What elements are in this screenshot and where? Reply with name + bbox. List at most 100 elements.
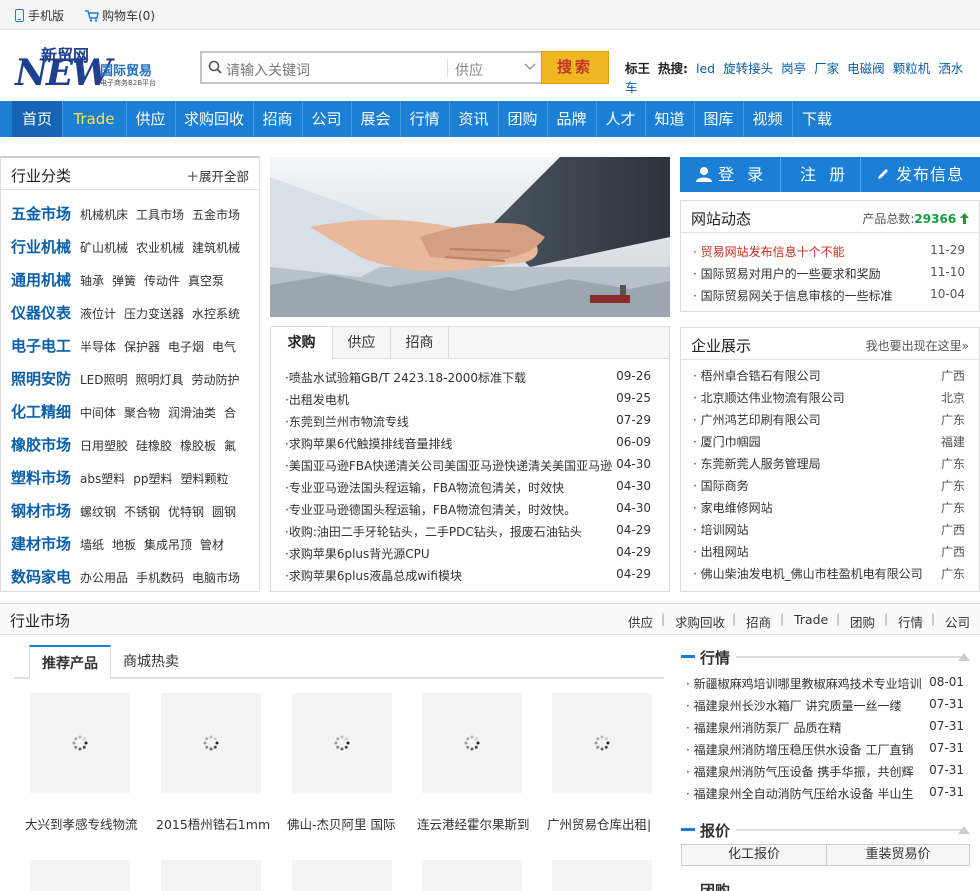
- category-subitem[interactable]: 硅橡胶: [136, 439, 172, 453]
- category-subitem[interactable]: 照明灯具: [136, 373, 184, 387]
- product-name[interactable]: 2015梧州锆石1mm: [156, 814, 284, 833]
- category-name[interactable]: 电子电工: [11, 335, 71, 356]
- category-name[interactable]: 化工精细: [11, 401, 71, 422]
- product-thumbnail[interactable]: [552, 693, 652, 793]
- news-tab[interactable]: 供应: [333, 327, 391, 359]
- category-name[interactable]: 橡胶市场: [11, 434, 71, 455]
- news-item[interactable]: ·东莞到兰州市物流专线 07-29: [285, 410, 655, 432]
- category-subitem[interactable]: 橡胶板: [180, 439, 216, 453]
- news-title[interactable]: ·收购:油田二手牙轮钻头，二手PDC钻头，报废石油钻头: [285, 523, 617, 540]
- enterprise-name[interactable]: · 北京顺达伟业物流有限公司: [693, 389, 925, 406]
- product-thumbnail[interactable]: [161, 693, 261, 793]
- category-subitem[interactable]: pp塑料: [133, 472, 172, 486]
- category-subitem[interactable]: 圆钢: [212, 505, 236, 519]
- category-name[interactable]: 五金市场: [11, 203, 71, 224]
- category-subitem[interactable]: 劳动防护: [192, 373, 240, 387]
- nav-item[interactable]: 知道: [645, 101, 694, 137]
- category-name[interactable]: 建材市场: [11, 533, 71, 554]
- category-subitem[interactable]: 优特钢: [168, 505, 204, 519]
- login-button[interactable]: 登 录: [696, 157, 767, 192]
- chemical-price-button[interactable]: 化工报价: [681, 844, 827, 866]
- enterprise-name[interactable]: · 厦门巾帼园: [693, 433, 925, 450]
- mobile-link[interactable]: 手机版: [15, 7, 64, 24]
- category-subitem[interactable]: 五金市场: [192, 208, 240, 222]
- category-subitem[interactable]: 弹簧: [112, 274, 136, 288]
- market-link[interactable]: 团购: [850, 612, 875, 631]
- category-subitem[interactable]: 螺纹钢: [80, 505, 116, 519]
- category-subitem[interactable]: 工具市场: [136, 208, 184, 222]
- category-name[interactable]: 数码家电: [11, 566, 71, 587]
- enterprise-name[interactable]: · 培训网站: [693, 521, 925, 538]
- enterprise-item[interactable]: · 佛山柴油发电机_佛山市桂盈机电有限公司 广东: [693, 562, 965, 584]
- nav-item[interactable]: 人才: [596, 101, 645, 137]
- enterprise-name[interactable]: · 梧州卓合锆石有限公司: [693, 367, 925, 384]
- enterprise-item[interactable]: · 国际商务 广东: [693, 474, 965, 496]
- hot-keyword[interactable]: 颗粒机: [893, 61, 931, 76]
- category-subitem[interactable]: 真空泵: [188, 274, 224, 288]
- category-subitem[interactable]: 氟: [224, 439, 236, 453]
- category-subitem[interactable]: 机械机床: [80, 208, 128, 222]
- quote-item[interactable]: · 福建泉州长沙水箱厂 讲究质量一丝一缕 07-31: [686, 694, 964, 716]
- enterprise-item[interactable]: · 厦门巾帼园 福建: [693, 430, 965, 452]
- nav-item[interactable]: 视频: [743, 101, 792, 137]
- product-thumbnail[interactable]: [161, 860, 261, 891]
- category-subitem[interactable]: 合: [224, 406, 236, 420]
- search-button[interactable]: 搜索: [541, 51, 609, 84]
- category-name[interactable]: 塑料市场: [11, 467, 71, 488]
- quote-title[interactable]: · 福建泉州消防泵厂 品质在精: [686, 719, 922, 736]
- dynamics-title[interactable]: · 国际贸易对用户的一些要求和奖励: [693, 265, 925, 282]
- product-name[interactable]: 广州贸易仓库出租|: [547, 814, 675, 833]
- quote-title[interactable]: · 福建泉州全自动消防气压给水设备 半山生: [686, 785, 922, 802]
- nav-item[interactable]: 下载: [792, 101, 842, 137]
- enterprise-item[interactable]: · 梧州卓合锆石有限公司 广西: [693, 364, 965, 386]
- category-subitem[interactable]: 办公用品: [80, 571, 128, 585]
- category-subitem[interactable]: 地板: [112, 538, 136, 552]
- category-subitem[interactable]: 塑料颗粒: [180, 472, 228, 486]
- nav-item[interactable]: 招商: [253, 101, 302, 137]
- news-item[interactable]: ·求购苹果6代触摸排线音量排线 06-09: [285, 432, 655, 454]
- nav-item[interactable]: 资讯: [449, 101, 498, 137]
- search-category-select[interactable]: 供应: [455, 60, 483, 80]
- market-link[interactable]: 供应: [628, 612, 653, 631]
- dynamics-item[interactable]: · 国际贸易对用户的一些要求和奖励 11-10: [693, 262, 965, 284]
- dynamics-item[interactable]: · 贸易网站发布信息十个不能 11-29: [693, 240, 965, 262]
- quote-title[interactable]: · 新疆椒麻鸡培训哪里教椒麻鸡技术专业培训: [686, 675, 922, 692]
- category-subitem[interactable]: 润滑油类: [168, 406, 216, 420]
- nav-item[interactable]: 图库: [694, 101, 743, 137]
- register-button[interactable]: 注 册: [800, 157, 849, 192]
- dynamics-item[interactable]: · 国际贸易网关于信息审核的一些标准 10-04: [693, 284, 965, 306]
- enterprise-item[interactable]: · 北京顺达伟业物流有限公司 北京: [693, 386, 965, 408]
- category-name[interactable]: 通用机械: [11, 269, 71, 290]
- nav-item[interactable]: 供应: [126, 101, 175, 137]
- category-subitem[interactable]: 压力变送器: [124, 307, 184, 321]
- enterprise-more-link[interactable]: 我也要出现在这里»: [866, 337, 969, 354]
- dynamics-title[interactable]: · 贸易网站发布信息十个不能: [693, 243, 925, 260]
- nav-item[interactable]: 品牌: [547, 101, 596, 137]
- hero-banner[interactable]: [270, 157, 670, 317]
- tab-recommended[interactable]: 推荐产品: [29, 645, 111, 679]
- quote-title[interactable]: · 福建泉州消防增压稳压供水设备 工厂直销: [686, 741, 922, 758]
- product-name[interactable]: 佛山-杰贝阿里 国际: [287, 814, 415, 833]
- category-subitem[interactable]: 建筑机械: [192, 241, 240, 255]
- product-thumbnail[interactable]: [422, 860, 522, 891]
- nav-item[interactable]: 团购: [498, 101, 547, 137]
- cart-link[interactable]: 购物车(0): [85, 7, 155, 24]
- news-tab[interactable]: 招商: [391, 327, 449, 359]
- dynamics-title[interactable]: · 国际贸易网关于信息审核的一些标准: [693, 287, 925, 304]
- category-subitem[interactable]: 聚合物: [124, 406, 160, 420]
- product-thumbnail[interactable]: [422, 693, 522, 793]
- category-subitem[interactable]: 水控系统: [192, 307, 240, 321]
- hot-keyword[interactable]: 旋转接头: [723, 61, 773, 76]
- product-thumbnail[interactable]: [552, 860, 652, 891]
- category-subitem[interactable]: 液位计: [80, 307, 116, 321]
- category-subitem[interactable]: 手机数码: [136, 571, 184, 585]
- enterprise-item[interactable]: · 家电维修网站 广东: [693, 496, 965, 518]
- expand-all-link[interactable]: +展开全部: [186, 166, 249, 185]
- chevron-down-icon[interactable]: [524, 63, 536, 71]
- quote-item[interactable]: · 福建泉州全自动消防气压给水设备 半山生 07-31: [686, 782, 964, 804]
- nav-item[interactable]: Trade: [62, 101, 126, 137]
- category-name[interactable]: 行业机械: [11, 236, 71, 257]
- hot-keyword[interactable]: 电磁阀: [847, 61, 885, 76]
- category-subitem[interactable]: 农业机械: [136, 241, 184, 255]
- market-link[interactable]: 求购回收: [675, 612, 725, 631]
